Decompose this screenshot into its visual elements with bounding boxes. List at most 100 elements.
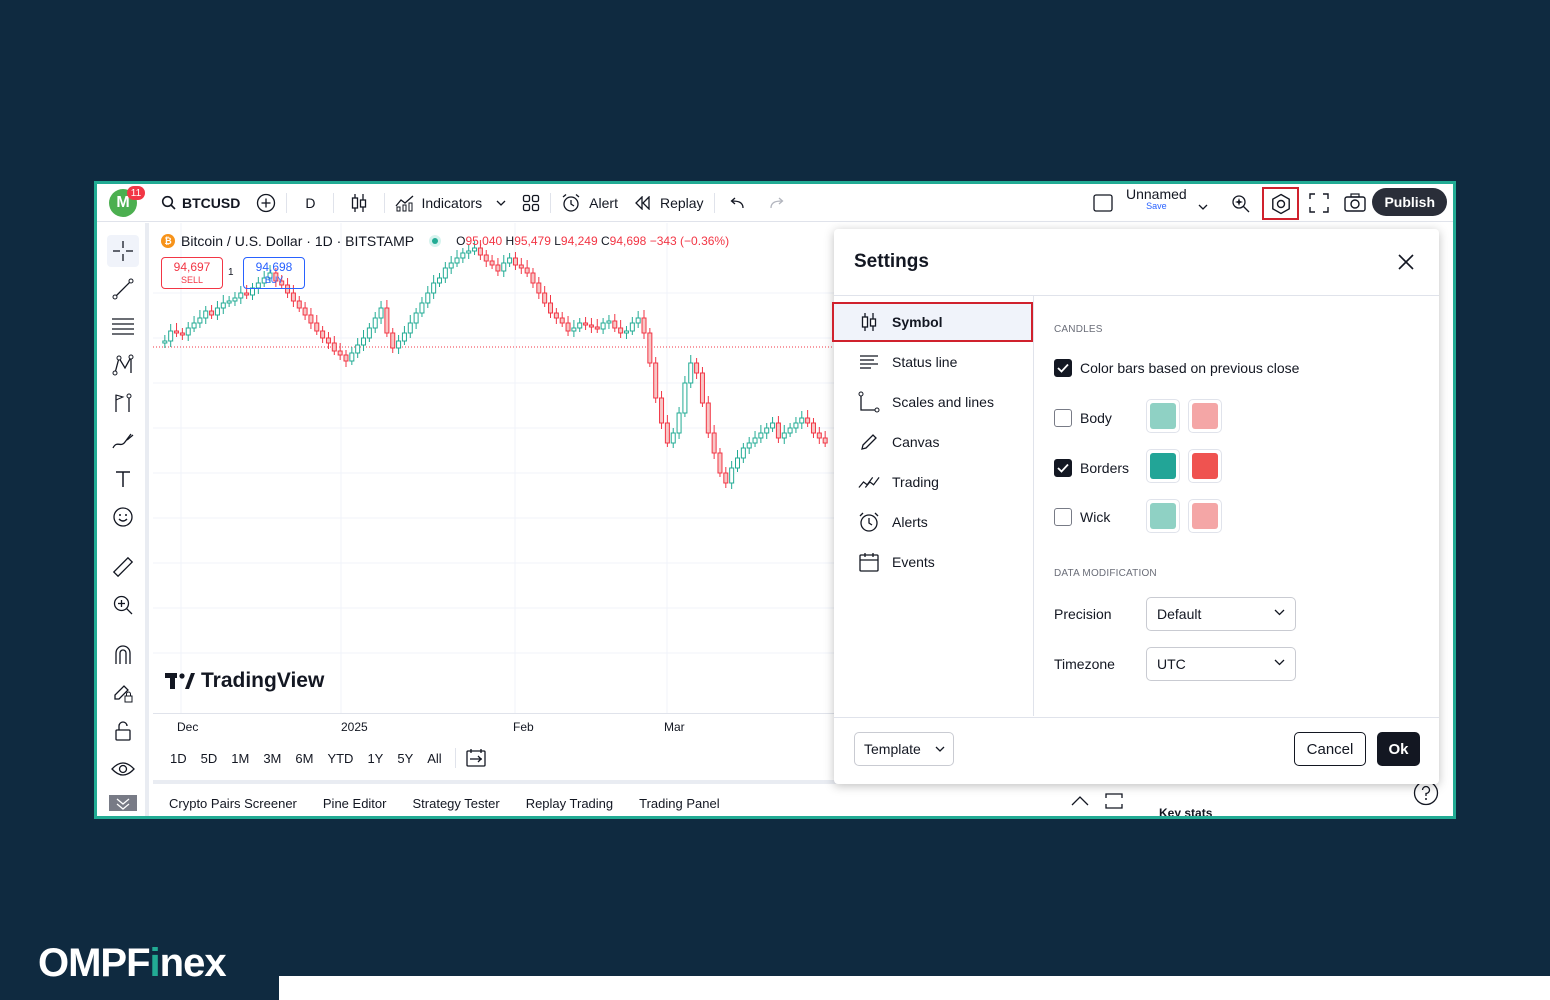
range-3m[interactable]: 3M — [256, 751, 288, 766]
buy-button[interactable]: 94,698 BUY — [243, 257, 305, 289]
pattern-tool[interactable] — [107, 349, 139, 381]
magnet-tool[interactable] — [107, 639, 139, 671]
color-bars-row[interactable]: Color bars based on previous close — [1054, 359, 1299, 377]
brand-text-pre: OMPF — [38, 941, 151, 985]
trend-line-tool[interactable] — [107, 273, 139, 305]
candle-body — [396, 340, 402, 349]
snapshot-button[interactable] — [1344, 193, 1366, 216]
settings-button[interactable] — [1262, 187, 1299, 220]
ok-button[interactable]: Ok — [1377, 732, 1420, 766]
redo-button[interactable] — [757, 184, 797, 222]
body-up-color-button[interactable] — [1146, 399, 1180, 433]
time-axis[interactable]: Dec 2025 Feb Mar — [153, 713, 933, 739]
color-bars-checkbox[interactable] — [1054, 359, 1072, 377]
candle-body — [460, 252, 466, 259]
chevron-down-icon — [1274, 609, 1285, 616]
lock-drawing-tool[interactable] — [107, 677, 139, 709]
collapse-toolbar-button[interactable] — [109, 795, 137, 811]
text-tool[interactable] — [107, 463, 139, 495]
range-ytd[interactable]: YTD — [320, 751, 360, 766]
body-checkbox[interactable] — [1054, 409, 1072, 427]
range-all[interactable]: All — [420, 751, 448, 766]
borders-row[interactable]: Borders — [1054, 459, 1129, 477]
fullscreen-button[interactable] — [1309, 193, 1329, 216]
layout-menu-button[interactable] — [1198, 197, 1208, 213]
close-label: C — [600, 234, 610, 248]
forecast-tool[interactable] — [107, 387, 139, 419]
tab-pine-editor[interactable]: Pine Editor — [323, 796, 387, 811]
publish-button[interactable]: Publish — [1372, 188, 1447, 216]
lock-all-tool[interactable] — [107, 715, 139, 747]
alert-button[interactable]: Alert — [553, 184, 626, 222]
chevron-up-icon[interactable] — [1071, 796, 1089, 806]
hide-drawings-tool[interactable] — [107, 753, 139, 785]
maximize-panel-icon[interactable] — [1105, 793, 1123, 809]
zoom-tool[interactable] — [107, 589, 139, 621]
measure-tool[interactable] — [107, 551, 139, 583]
borders-down-swatch — [1192, 453, 1218, 479]
cancel-button[interactable]: Cancel — [1294, 732, 1366, 766]
layouts-button[interactable] — [514, 184, 548, 222]
forecast-icon — [115, 393, 132, 412]
replay-button[interactable]: Replay — [626, 184, 712, 222]
wick-checkbox[interactable] — [1054, 508, 1072, 526]
crosshair-tool[interactable] — [107, 235, 139, 267]
fib-lines-icon — [112, 318, 134, 335]
goto-date-icon[interactable] — [466, 748, 486, 768]
range-6m[interactable]: 6M — [288, 751, 320, 766]
body-down-color-button[interactable] — [1188, 399, 1222, 433]
chevron-down-icon — [496, 200, 506, 206]
candle-body — [810, 422, 816, 434]
chart-type-button[interactable] — [336, 184, 382, 222]
nav-scales-lines[interactable]: Scales and lines — [834, 382, 1034, 422]
tab-replay-trading[interactable]: Replay Trading — [526, 796, 613, 811]
chart-pane[interactable]: ₿ Bitcoin / U.S. Dollar · 1D · BITSTAMP … — [153, 223, 933, 713]
range-1y[interactable]: 1Y — [360, 751, 390, 766]
borders-down-color-button[interactable] — [1188, 449, 1222, 483]
fib-tool[interactable] — [107, 311, 139, 343]
compare-button[interactable] — [248, 184, 284, 222]
tab-crypto-screener[interactable]: Crypto Pairs Screener — [169, 796, 297, 811]
divider — [384, 192, 386, 213]
sell-button[interactable]: 94,697 SELL — [161, 257, 223, 289]
tab-trading-panel[interactable]: Trading Panel — [639, 796, 719, 811]
zoom-in-icon — [113, 595, 133, 615]
borders-checkbox[interactable] — [1054, 459, 1072, 477]
wick-up-color-button[interactable] — [1146, 499, 1180, 533]
emoji-tool[interactable] — [107, 501, 139, 533]
symbol-search-button[interactable]: BTCUSD — [153, 184, 248, 222]
borders-up-color-button[interactable] — [1146, 449, 1180, 483]
body-row[interactable]: Body — [1054, 409, 1112, 427]
range-5d[interactable]: 5D — [194, 751, 225, 766]
range-1m[interactable]: 1M — [224, 751, 256, 766]
layout-square-button[interactable] — [1093, 194, 1113, 215]
precision-select[interactable]: Default — [1146, 597, 1296, 631]
close-icon[interactable] — [1397, 253, 1415, 271]
brand-logo: OMPFinex — [38, 941, 227, 986]
candle-body — [670, 432, 676, 444]
candle-body — [290, 292, 296, 302]
template-dropdown[interactable]: Template — [854, 732, 954, 766]
candle-body — [232, 297, 238, 302]
candle-body — [442, 267, 448, 279]
brush-tool[interactable] — [107, 425, 139, 457]
indicators-button[interactable]: Indicators — [387, 184, 514, 222]
range-1d[interactable]: 1D — [163, 751, 194, 766]
quick-search-button[interactable] — [1231, 193, 1251, 216]
nav-symbol[interactable]: Symbol — [832, 302, 1033, 342]
interval-button[interactable]: D — [289, 184, 331, 222]
wick-down-swatch — [1192, 503, 1218, 529]
nav-canvas[interactable]: Canvas — [834, 422, 1034, 462]
wick-row[interactable]: Wick — [1054, 508, 1110, 526]
wick-up-swatch — [1150, 503, 1176, 529]
nav-status-line[interactable]: Status line — [834, 342, 1034, 382]
timezone-select[interactable]: UTC — [1146, 647, 1296, 681]
nav-trading[interactable]: Trading — [834, 462, 1034, 502]
range-5y[interactable]: 5Y — [390, 751, 420, 766]
layout-name-button[interactable]: Unnamed Save — [1126, 187, 1187, 212]
undo-button[interactable] — [717, 184, 757, 222]
nav-events[interactable]: Events — [834, 542, 1034, 582]
nav-alerts[interactable]: Alerts — [834, 502, 1034, 542]
wick-down-color-button[interactable] — [1188, 499, 1222, 533]
tab-strategy-tester[interactable]: Strategy Tester — [412, 796, 499, 811]
